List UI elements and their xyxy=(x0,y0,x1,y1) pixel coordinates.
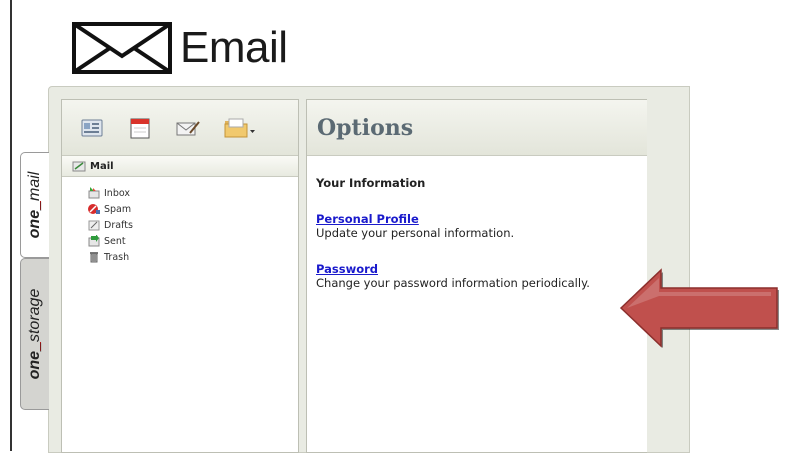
contacts-icon[interactable] xyxy=(80,117,104,139)
folder-drafts[interactable]: Drafts xyxy=(88,217,298,233)
app-title: Email xyxy=(180,23,288,72)
folder-label: Drafts xyxy=(104,219,133,231)
mail-toolbar xyxy=(62,100,298,156)
mail-tree-root-label: Mail xyxy=(90,160,114,172)
tab-one-mail-brand: one xyxy=(26,209,43,239)
tab-one-storage[interactable]: one_storage xyxy=(20,258,49,410)
options-body: Your Information Personal Profile Update… xyxy=(307,176,647,290)
folder-label: Trash xyxy=(104,251,130,263)
mail-sidebar: Mail Inbox Spam Drafts Sent Trash xyxy=(61,99,299,453)
calendar-icon[interactable] xyxy=(128,117,152,139)
product-tabs: one_mail one_storage xyxy=(20,152,50,451)
options-header: Options xyxy=(307,100,647,156)
page-title: Options xyxy=(317,114,414,141)
tab-one-mail[interactable]: one_mail xyxy=(20,152,49,258)
options-pane: Options Your Information Personal Profil… xyxy=(306,99,647,453)
envelope-icon xyxy=(72,22,172,74)
folder-menu-icon[interactable] xyxy=(224,117,256,139)
folder-trash[interactable]: Trash xyxy=(88,249,298,265)
option-personal-profile: Personal Profile Update your personal in… xyxy=(316,212,638,240)
folder-label: Inbox xyxy=(104,187,130,199)
folder-list: Inbox Spam Drafts Sent Trash xyxy=(62,177,298,265)
email-header: Email xyxy=(72,20,288,76)
tab-one-storage-product: storage xyxy=(26,288,43,343)
left-border-line xyxy=(10,0,12,451)
folder-inbox[interactable]: Inbox xyxy=(88,185,298,201)
section-title: Your Information xyxy=(316,176,426,190)
password-description: Change your password information periodi… xyxy=(316,276,590,290)
compose-icon[interactable] xyxy=(176,117,200,139)
tab-one-storage-brand: one xyxy=(26,350,43,380)
personal-profile-link[interactable]: Personal Profile xyxy=(316,212,419,226)
folder-label: Spam xyxy=(104,203,132,215)
folder-label: Sent xyxy=(104,235,126,247)
spam-icon xyxy=(88,204,100,214)
callout-arrow-icon xyxy=(619,268,779,348)
trash-icon xyxy=(90,252,98,263)
mail-tree-root[interactable]: Mail xyxy=(62,156,298,177)
personal-profile-description: Update your personal information. xyxy=(316,226,515,240)
drafts-icon xyxy=(88,220,100,231)
option-password: Password Change your password informatio… xyxy=(316,262,638,290)
folder-sent[interactable]: Sent xyxy=(88,233,298,249)
mail-folder-icon xyxy=(72,161,86,172)
folder-spam[interactable]: Spam xyxy=(88,201,298,217)
tab-one-mail-product: mail xyxy=(26,171,43,201)
sent-icon xyxy=(88,235,100,247)
inbox-icon xyxy=(88,187,100,199)
password-link[interactable]: Password xyxy=(316,262,378,276)
